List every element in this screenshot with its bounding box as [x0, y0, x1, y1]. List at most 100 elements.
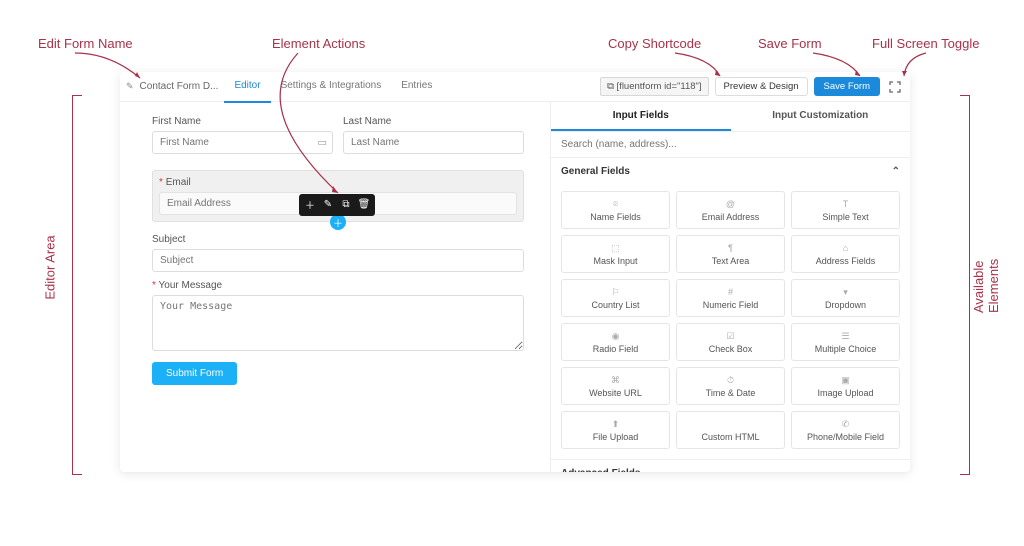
- field-tile[interactable]: ⌘ Website URL: [561, 367, 670, 405]
- field-tile[interactable]: @Email Address: [676, 191, 785, 229]
- tile-icon: #: [679, 286, 782, 298]
- tile-icon: ▣: [794, 374, 897, 386]
- tile-icon: ⌘: [564, 374, 667, 386]
- tile-icon: ¶: [679, 242, 782, 254]
- search-input[interactable]: [551, 132, 910, 158]
- email-label: * Email: [159, 177, 517, 188]
- field-tile[interactable]: ⌾ Name Fields: [561, 191, 670, 229]
- form-name[interactable]: Contact Form D...: [134, 81, 225, 92]
- first-name-label: First Name: [152, 116, 333, 127]
- tile-icon: ⬆: [564, 418, 667, 430]
- annot-available-elements: Available Elements: [971, 237, 1001, 313]
- tile-label: Dropdown: [794, 300, 897, 310]
- last-name-label: Last Name: [343, 116, 524, 127]
- last-name-input[interactable]: [343, 131, 524, 154]
- subject-label: Subject: [152, 234, 524, 245]
- tile-icon: ⏱: [679, 374, 782, 386]
- tile-label: Phone/Mobile Field: [794, 432, 897, 442]
- field-tile[interactable]: ⬆ File Upload: [561, 411, 670, 449]
- message-textarea[interactable]: [152, 295, 524, 351]
- field-tile[interactable]: ▣ Image Upload: [791, 367, 900, 405]
- section-advanced-header[interactable]: Advanced Fields ⌄: [551, 460, 910, 472]
- tile-icon: ☑: [679, 330, 782, 342]
- sidebar-tabs: Input Fields Input Customization: [551, 102, 910, 132]
- preview-button[interactable]: Preview & Design: [715, 77, 808, 96]
- tab-editor[interactable]: Editor: [224, 72, 270, 103]
- field-tile[interactable]: Custom HTML: [676, 411, 785, 449]
- tile-icon: [679, 418, 782, 430]
- annot-save-form: Save Form: [758, 36, 822, 51]
- save-button[interactable]: Save Form: [814, 77, 880, 96]
- tab-input-customization[interactable]: Input Customization: [731, 102, 911, 131]
- tile-label: Address Fields: [794, 256, 897, 266]
- tile-label: Mask Input: [564, 256, 667, 266]
- tile-label: Country List: [564, 300, 667, 310]
- tile-icon: ⚐: [564, 286, 667, 298]
- tile-icon: ⬚: [564, 242, 667, 254]
- tile-label: Text Area: [679, 256, 782, 266]
- name-card-icon: ▭: [318, 137, 327, 148]
- action-add-icon[interactable]: ＋: [302, 197, 318, 213]
- field-tile[interactable]: ⌂ Address Fields: [791, 235, 900, 273]
- field-tile[interactable]: ✆ Phone/Mobile Field: [791, 411, 900, 449]
- tile-label: File Upload: [564, 432, 667, 442]
- annot-editor-area: Editor Area: [43, 235, 58, 299]
- edit-name-icon[interactable]: ✎: [126, 81, 134, 92]
- tile-label: Numeric Field: [679, 300, 782, 310]
- annot-fullscreen-toggle: Full Screen Toggle: [872, 36, 979, 51]
- tile-label: Check Box: [679, 344, 782, 354]
- email-field-selected[interactable]: * Email ＋ ✎ ⧉ 🗑 ＋: [152, 170, 524, 222]
- field-tile[interactable]: ¶ Text Area: [676, 235, 785, 273]
- submit-button[interactable]: Submit Form: [152, 362, 237, 385]
- add-field-dot[interactable]: ＋: [330, 214, 346, 230]
- tile-icon: T: [794, 198, 897, 210]
- app-window: ✎ Contact Form D... Editor Settings & In…: [120, 72, 910, 472]
- tile-label: Multiple Choice: [794, 344, 897, 354]
- shortcode-box[interactable]: ⧉ [fluentform id="118"]: [600, 77, 708, 96]
- section-general: General Fields ⌃ ⌾ Name Fields @Email Addr…: [551, 158, 910, 460]
- field-tile[interactable]: ⚐ Country List: [561, 279, 670, 317]
- topbar: ✎ Contact Form D... Editor Settings & In…: [120, 72, 910, 102]
- nav-tabs: Editor Settings & Integrations Entries: [224, 72, 442, 103]
- field-tile[interactable]: ◉Radio Field: [561, 323, 670, 361]
- tile-label: Image Upload: [794, 388, 897, 398]
- annot-copy-shortcode: Copy Shortcode: [608, 36, 701, 51]
- field-tile[interactable]: T Simple Text: [791, 191, 900, 229]
- message-label: * Your Message: [152, 280, 524, 291]
- first-name-input[interactable]: [152, 131, 333, 154]
- main-area: First Name ▭ Last Name * Email ＋ ✎: [120, 102, 910, 472]
- fullscreen-toggle[interactable]: [886, 78, 904, 96]
- tile-icon: ⌾: [564, 198, 667, 210]
- action-edit-icon[interactable]: ✎: [320, 197, 336, 213]
- tab-settings[interactable]: Settings & Integrations: [271, 72, 392, 103]
- chevron-up-icon: ⌃: [892, 166, 900, 177]
- field-tile[interactable]: ☰ Multiple Choice: [791, 323, 900, 361]
- tile-label: Website URL: [564, 388, 667, 398]
- section-general-header[interactable]: General Fields ⌃: [551, 158, 910, 185]
- field-tile[interactable]: ▾ Dropdown: [791, 279, 900, 317]
- tile-label: Name Fields: [564, 212, 667, 222]
- copy-icon: ⧉: [607, 81, 616, 92]
- field-tile[interactable]: # Numeric Field: [676, 279, 785, 317]
- action-copy-icon[interactable]: ⧉: [338, 197, 354, 213]
- tile-icon: ▾: [794, 286, 897, 298]
- tile-label: Custom HTML: [679, 432, 782, 442]
- action-delete-icon[interactable]: 🗑: [356, 197, 372, 213]
- element-action-bar: ＋ ✎ ⧉ 🗑: [299, 194, 375, 216]
- field-tile[interactable]: ☑ Check Box: [676, 323, 785, 361]
- tile-label: Simple Text: [794, 212, 897, 222]
- tab-entries[interactable]: Entries: [391, 72, 442, 103]
- editor-canvas[interactable]: First Name ▭ Last Name * Email ＋ ✎: [120, 102, 550, 472]
- chevron-down-icon: ⌄: [892, 468, 900, 472]
- tile-label: Time & Date: [679, 388, 782, 398]
- tile-icon: ⌂: [794, 242, 897, 254]
- fields-sidebar: Input Fields Input Customization General…: [550, 102, 910, 472]
- tile-icon: ☰: [794, 330, 897, 342]
- subject-input[interactable]: [152, 249, 524, 272]
- tile-icon: ✆: [794, 418, 897, 430]
- field-tile[interactable]: ⏱ Time & Date: [676, 367, 785, 405]
- tab-input-fields[interactable]: Input Fields: [551, 102, 731, 131]
- field-tile[interactable]: ⬚ Mask Input: [561, 235, 670, 273]
- annot-edit-form-name: Edit Form Name: [38, 36, 133, 51]
- bracket-left: [72, 95, 82, 475]
